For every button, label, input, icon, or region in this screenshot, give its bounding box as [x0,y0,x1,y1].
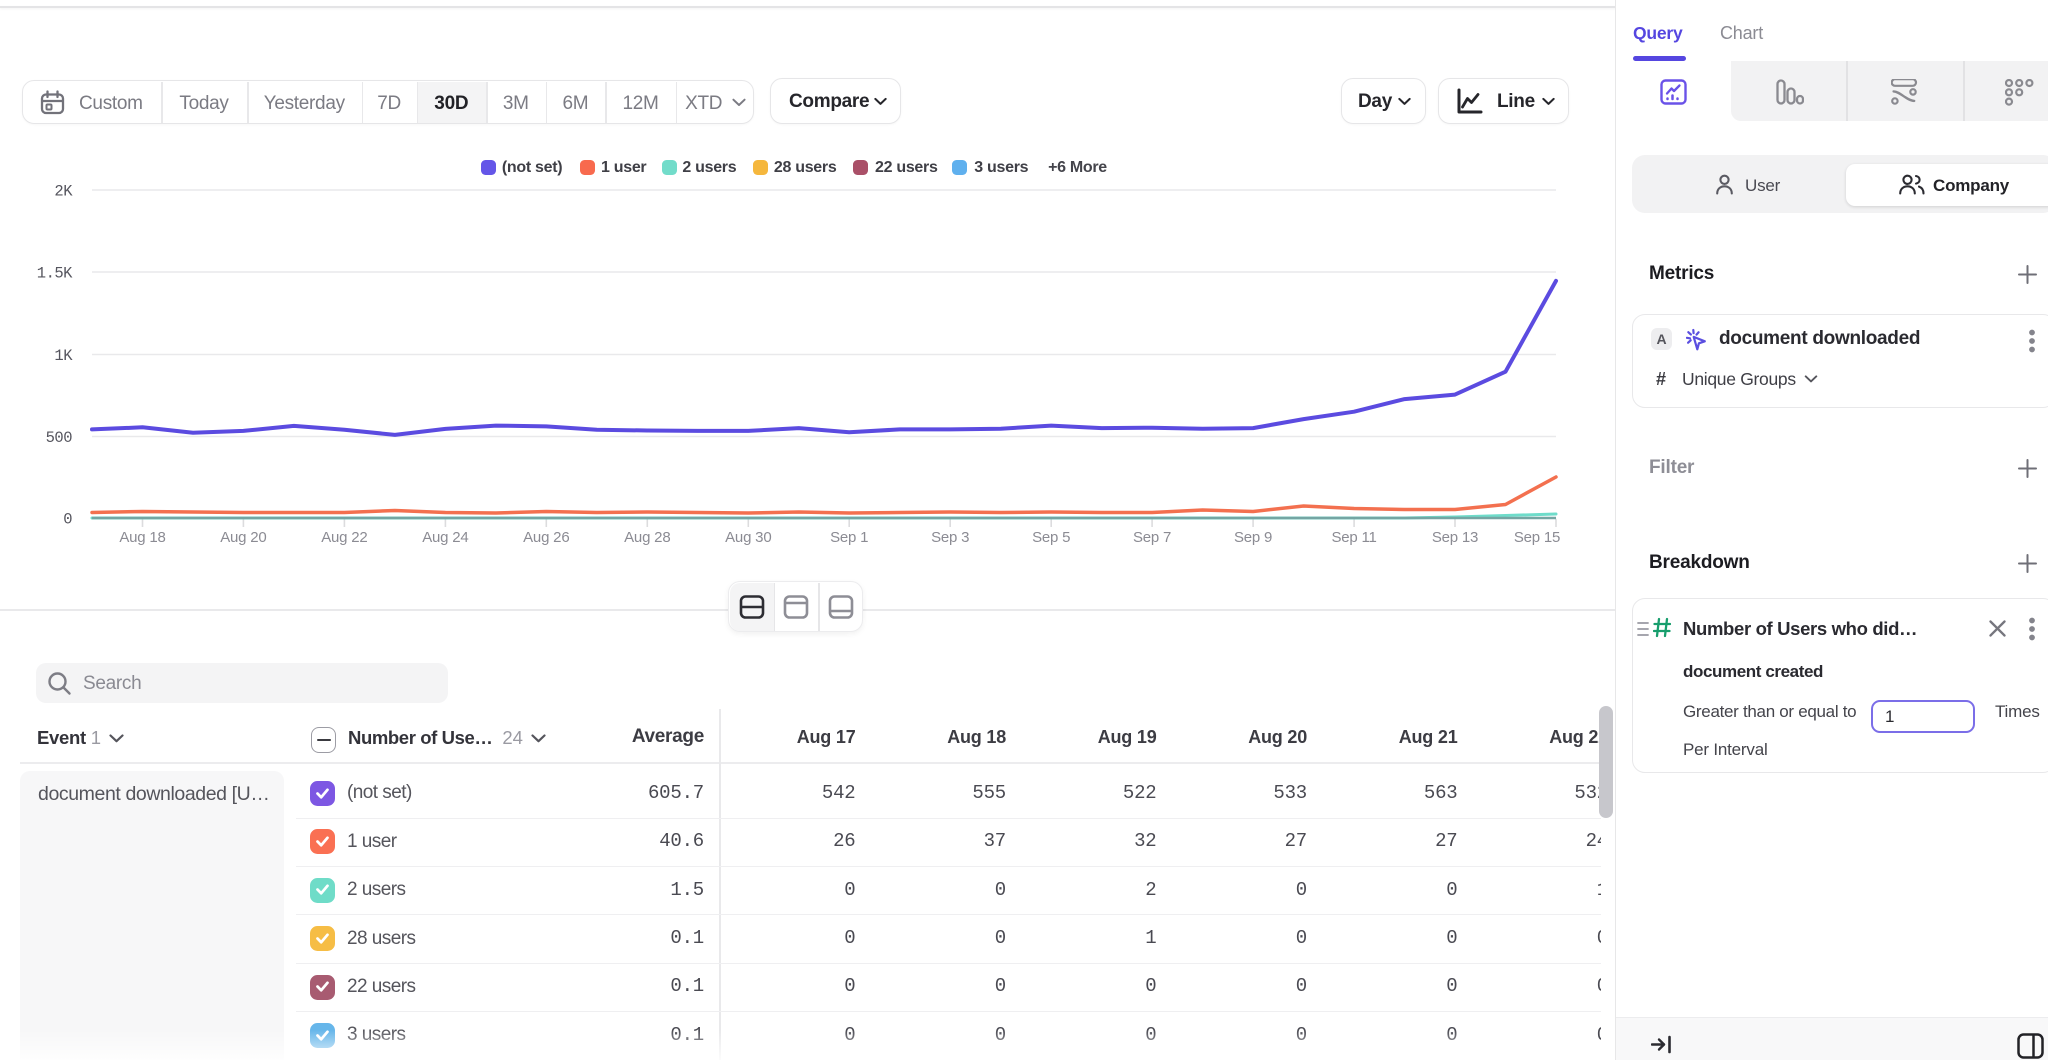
svg-text:Aug 30: Aug 30 [725,529,771,546]
svg-text:Sep 3: Sep 3 [931,529,969,546]
svg-text:1K: 1K [54,347,73,365]
svg-text:500: 500 [46,429,73,447]
svg-text:0: 0 [63,511,72,529]
svg-text:Aug 18: Aug 18 [119,529,165,546]
svg-text:Aug 22: Aug 22 [321,529,367,546]
svg-text:Sep 15: Sep 15 [1514,529,1560,546]
svg-text:Aug 24: Aug 24 [422,529,468,546]
svg-text:2K: 2K [54,183,73,201]
svg-text:Aug 20: Aug 20 [220,529,266,546]
svg-text:Sep 1: Sep 1 [830,529,868,546]
svg-text:Aug 28: Aug 28 [624,529,670,546]
svg-text:Sep 5: Sep 5 [1032,529,1070,546]
svg-text:Sep 7: Sep 7 [1133,529,1171,546]
svg-text:Sep 11: Sep 11 [1331,529,1376,546]
svg-text:Sep 9: Sep 9 [1234,529,1272,546]
svg-text:1.5K: 1.5K [37,265,73,283]
svg-text:Aug 26: Aug 26 [523,529,569,546]
svg-text:Sep 13: Sep 13 [1432,529,1478,546]
